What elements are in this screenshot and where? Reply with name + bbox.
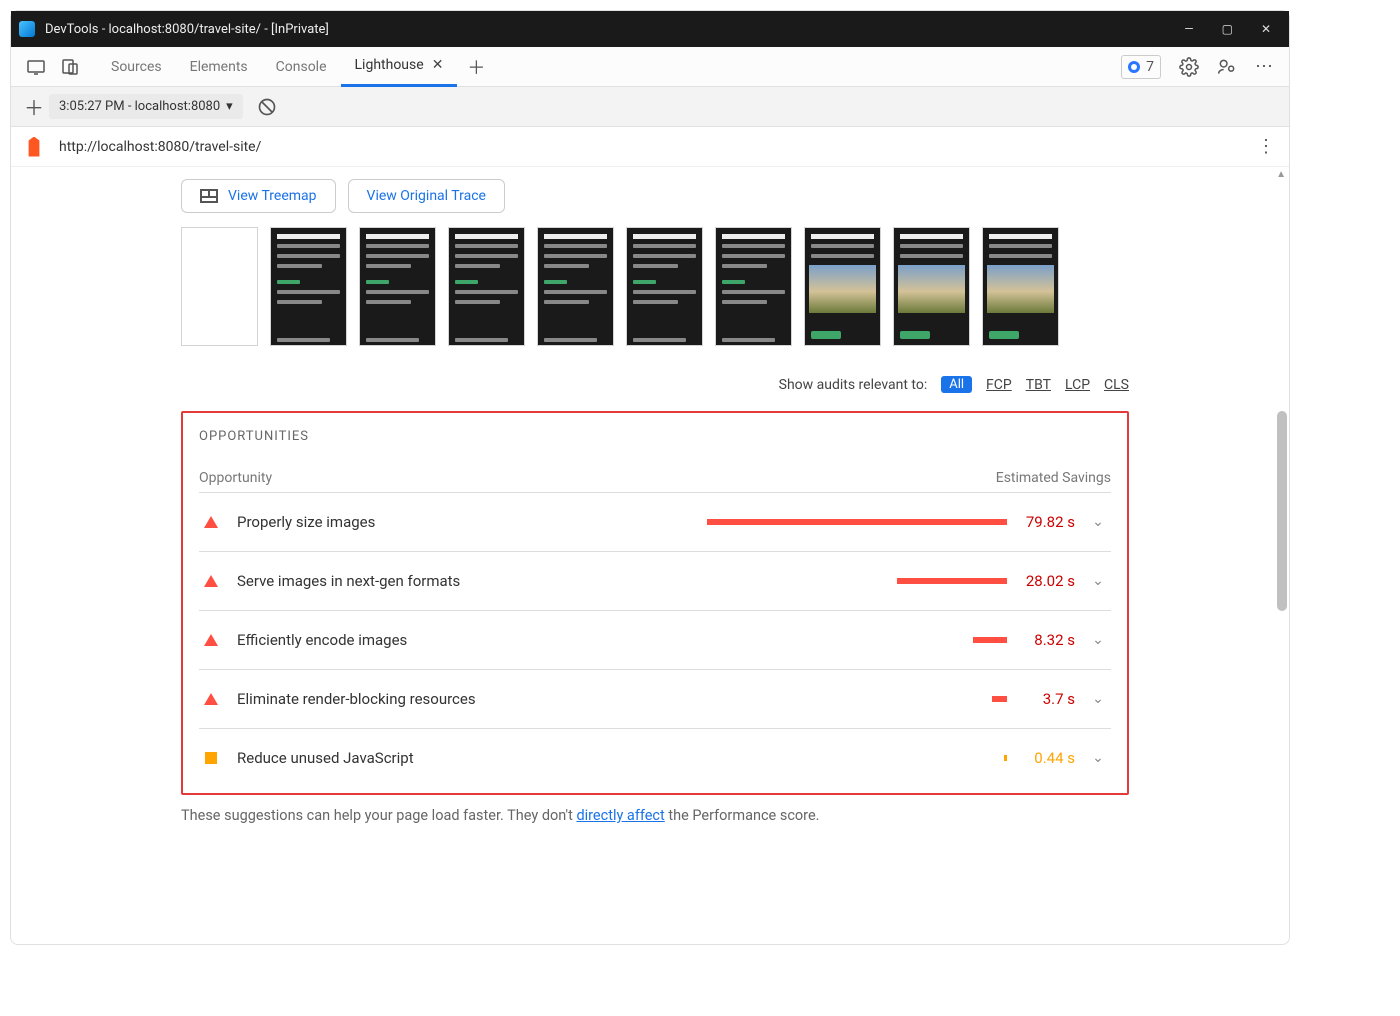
opportunities-col-opportunity: Opportunity xyxy=(199,470,272,486)
report-menu-button[interactable]: ⋮ xyxy=(1257,136,1275,157)
opportunity-label: Serve images in next-gen formats xyxy=(237,572,460,590)
filmstrip-frame[interactable] xyxy=(804,227,881,346)
chevron-down-icon[interactable]: ⌄ xyxy=(1085,750,1111,766)
triangle-fail-icon xyxy=(199,634,223,646)
tab-console[interactable]: Console xyxy=(262,47,341,87)
opportunity-label: Reduce unused JavaScript xyxy=(237,749,414,767)
clear-report-button[interactable] xyxy=(257,97,277,117)
tab-lighthouse[interactable]: Lighthouse ✕ xyxy=(341,47,458,87)
square-warn-icon xyxy=(199,752,223,764)
button-label: View Treemap xyxy=(228,188,317,204)
tab-label: Lighthouse xyxy=(355,57,424,73)
opportunity-savings: 28.02 s xyxy=(1015,572,1075,590)
issues-count: 7 xyxy=(1146,59,1154,75)
triangle-fail-icon xyxy=(199,575,223,587)
scrollbar-thumb[interactable] xyxy=(1277,411,1287,611)
opportunity-bar xyxy=(460,578,1015,584)
opportunities-col-savings: Estimated Savings xyxy=(996,470,1111,486)
tab-label: Sources xyxy=(111,59,162,75)
opportunity-savings: 79.82 s xyxy=(1015,513,1075,531)
devtools-tabstrip: Sources Elements Console Lighthouse ✕ ＋ … xyxy=(11,47,1289,87)
filmstrip-frame[interactable] xyxy=(448,227,525,346)
opportunity-savings: 8.32 s xyxy=(1015,631,1075,649)
more-icon[interactable]: ⋯ xyxy=(1255,56,1273,77)
dropdown-icon: ▾ xyxy=(226,99,233,114)
account-icon[interactable] xyxy=(1217,57,1237,77)
report-header: http://localhost:8080/travel-site/ ⋮ xyxy=(11,127,1289,167)
filmstrip xyxy=(181,227,1129,346)
chevron-down-icon[interactable]: ⌄ xyxy=(1085,632,1111,648)
opportunity-row[interactable]: Efficiently encode images 8.32 s ⌄ xyxy=(199,611,1111,670)
close-window-button[interactable]: ✕ xyxy=(1261,22,1271,36)
tab-elements[interactable]: Elements xyxy=(176,47,262,87)
filter-fcp[interactable]: FCP xyxy=(986,377,1012,393)
opportunity-row[interactable]: Eliminate render-blocking resources 3.7 s… xyxy=(199,670,1111,729)
maximize-button[interactable]: ▢ xyxy=(1222,22,1233,36)
device-toggle-icon[interactable] xyxy=(53,58,87,76)
chevron-down-icon[interactable]: ⌄ xyxy=(1085,514,1111,530)
triangle-fail-icon xyxy=(199,693,223,705)
opportunities-footnote: These suggestions can help your page loa… xyxy=(181,807,1129,824)
treemap-icon xyxy=(200,189,218,203)
settings-icon[interactable] xyxy=(1179,57,1199,77)
audit-filter: Show audits relevant to: All FCP TBT LCP… xyxy=(181,376,1129,393)
filter-all[interactable]: All xyxy=(941,376,972,393)
filmstrip-frame[interactable] xyxy=(893,227,970,346)
button-label: View Original Trace xyxy=(367,188,486,204)
filter-lcp[interactable]: LCP xyxy=(1065,377,1090,393)
app-icon xyxy=(19,21,35,37)
opportunity-bar xyxy=(407,637,1015,643)
minimize-button[interactable]: — xyxy=(1184,22,1193,36)
tab-sources[interactable]: Sources xyxy=(97,47,176,87)
filter-cls[interactable]: CLS xyxy=(1104,377,1129,393)
filmstrip-frame[interactable] xyxy=(982,227,1059,346)
filmstrip-frame[interactable] xyxy=(270,227,347,346)
report-body: View Treemap View Original Trace xyxy=(11,167,1289,944)
chevron-down-icon[interactable]: ⌄ xyxy=(1085,691,1111,707)
opportunity-row[interactable]: Reduce unused JavaScript 0.44 s ⌄ xyxy=(199,729,1111,787)
filmstrip-frame[interactable] xyxy=(626,227,703,346)
tab-label: Elements xyxy=(190,59,248,75)
filter-tbt[interactable]: TBT xyxy=(1026,377,1051,393)
view-treemap-button[interactable]: View Treemap xyxy=(181,179,336,213)
report-selector-label: 3:05:27 PM - localhost:8080 xyxy=(59,99,220,114)
inspect-icon[interactable] xyxy=(19,58,53,76)
opportunity-bar xyxy=(476,696,1015,702)
scroll-up-arrow[interactable]: ▲ xyxy=(1276,169,1286,180)
filmstrip-frame[interactable] xyxy=(537,227,614,346)
add-tab-button[interactable]: ＋ xyxy=(457,54,495,80)
audit-filter-label: Show audits relevant to: xyxy=(779,377,928,393)
report-selector[interactable]: 3:05:27 PM - localhost:8080 ▾ xyxy=(49,94,243,119)
opportunity-bar xyxy=(375,519,1015,525)
opportunity-savings: 0.44 s xyxy=(1015,749,1075,767)
opportunity-row[interactable]: Serve images in next-gen formats 28.02 s ⌄ xyxy=(199,552,1111,611)
issues-dot-icon xyxy=(1128,61,1140,73)
triangle-fail-icon xyxy=(199,516,223,528)
filmstrip-frame[interactable] xyxy=(359,227,436,346)
opportunities-section: OPPORTUNITIES Opportunity Estimated Savi… xyxy=(181,411,1129,795)
close-tab-icon[interactable]: ✕ xyxy=(432,57,444,73)
opportunities-heading: OPPORTUNITIES xyxy=(199,429,1111,444)
opportunity-row[interactable]: Properly size images 79.82 s ⌄ xyxy=(199,493,1111,552)
lighthouse-icon xyxy=(25,137,43,157)
footnote-link[interactable]: directly affect xyxy=(576,807,664,824)
opportunity-label: Efficiently encode images xyxy=(237,631,407,649)
new-report-button[interactable]: ＋ xyxy=(19,92,49,121)
lighthouse-toolbar: ＋ 3:05:27 PM - localhost:8080 ▾ xyxy=(11,87,1289,127)
report-url: http://localhost:8080/travel-site/ xyxy=(59,139,261,155)
window-title: DevTools - localhost:8080/travel-site/ -… xyxy=(45,22,329,37)
tab-label: Console xyxy=(276,59,327,75)
issues-counter[interactable]: 7 xyxy=(1121,55,1161,79)
opportunity-bar xyxy=(414,755,1015,761)
filmstrip-frame[interactable] xyxy=(715,227,792,346)
opportunity-label: Eliminate render-blocking resources xyxy=(237,690,476,708)
chevron-down-icon[interactable]: ⌄ xyxy=(1085,573,1111,589)
opportunity-savings: 3.7 s xyxy=(1015,690,1075,708)
filmstrip-frame[interactable] xyxy=(181,227,258,346)
window-titlebar: DevTools - localhost:8080/travel-site/ -… xyxy=(11,11,1289,47)
view-original-trace-button[interactable]: View Original Trace xyxy=(348,179,505,213)
opportunity-label: Properly size images xyxy=(237,513,375,531)
